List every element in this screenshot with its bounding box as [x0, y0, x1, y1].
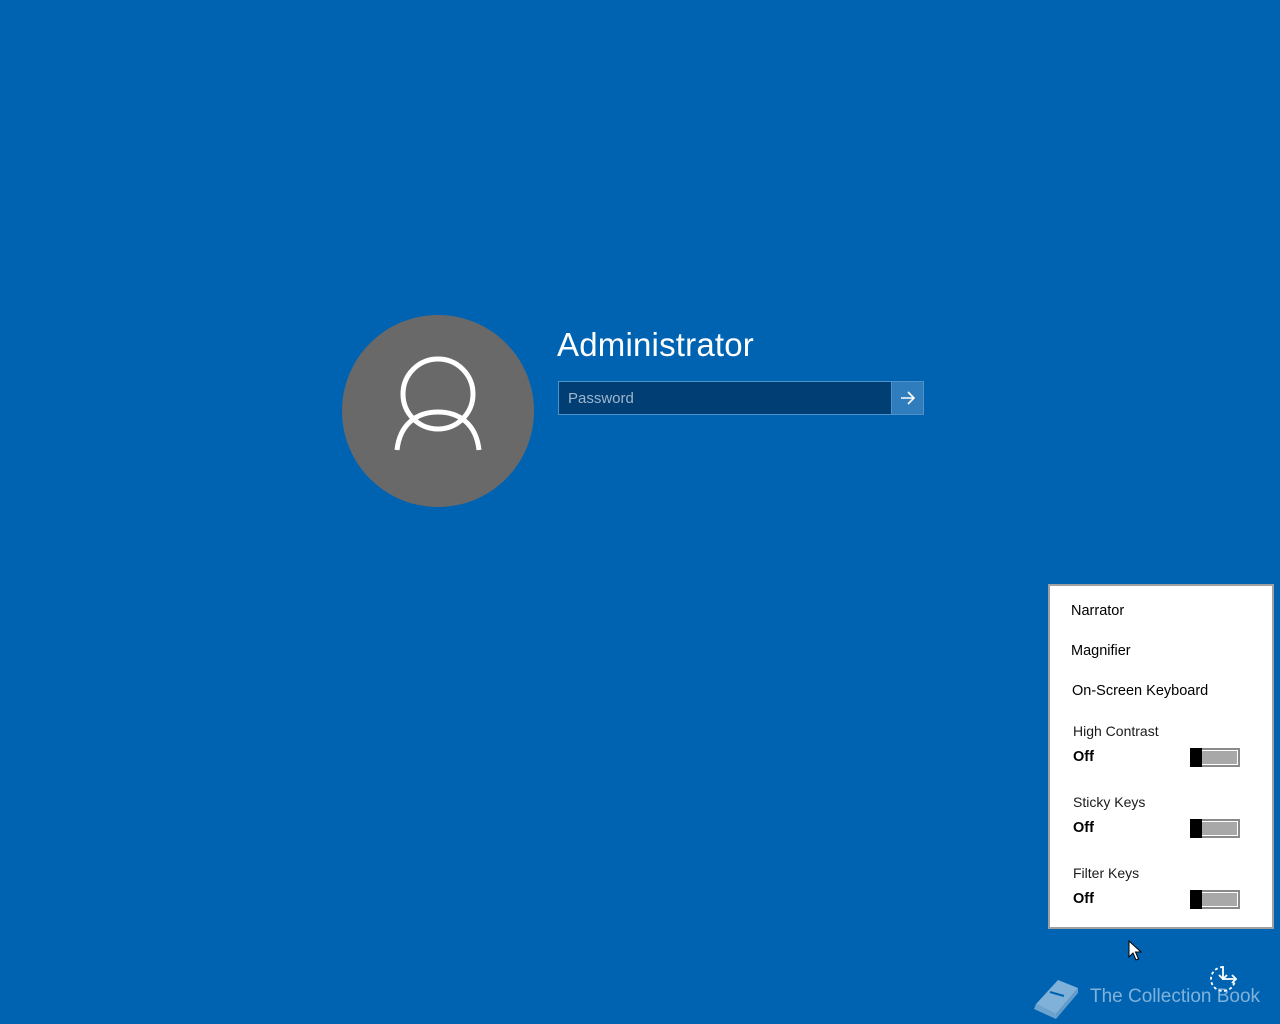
- submit-button[interactable]: [891, 382, 923, 414]
- menu-item-on-screen-keyboard[interactable]: On-Screen Keyboard: [1072, 683, 1208, 699]
- filter-keys-state: Off: [1073, 891, 1094, 907]
- sticky-keys-label: Sticky Keys: [1073, 794, 1146, 810]
- filter-keys-label: Filter Keys: [1073, 865, 1140, 881]
- user-avatar: [342, 315, 534, 507]
- filter-keys-toggle[interactable]: [1190, 890, 1240, 909]
- toggle-thumb: [1190, 819, 1202, 838]
- high-contrast-state: Off: [1073, 749, 1094, 765]
- high-contrast-toggle[interactable]: [1190, 748, 1240, 767]
- watermark: The Collection Book: [1028, 974, 1260, 1020]
- arrow-right-icon: [900, 391, 915, 405]
- user-silhouette-icon: [394, 356, 482, 451]
- mouse-cursor-icon: [1128, 939, 1143, 967]
- menu-item-narrator[interactable]: Narrator: [1071, 603, 1124, 619]
- ease-of-access-menu: Narrator Magnifier On-Screen Keyboard Hi…: [1048, 584, 1274, 929]
- password-input[interactable]: [559, 382, 893, 414]
- password-field-container: [558, 381, 924, 415]
- toggle-thumb: [1190, 748, 1202, 767]
- sticky-keys-state: Off: [1073, 820, 1094, 836]
- book-icon: [1034, 980, 1078, 1019]
- watermark-text: The Collection Book: [1090, 986, 1261, 1007]
- toggle-thumb: [1190, 890, 1202, 909]
- sticky-keys-toggle[interactable]: [1190, 819, 1240, 838]
- lock-screen: Administrator Narrator Magnifier On-Scre…: [0, 0, 1280, 1024]
- menu-item-magnifier[interactable]: Magnifier: [1071, 643, 1131, 659]
- high-contrast-label: High Contrast: [1073, 723, 1159, 739]
- username-label: Administrator: [557, 326, 754, 363]
